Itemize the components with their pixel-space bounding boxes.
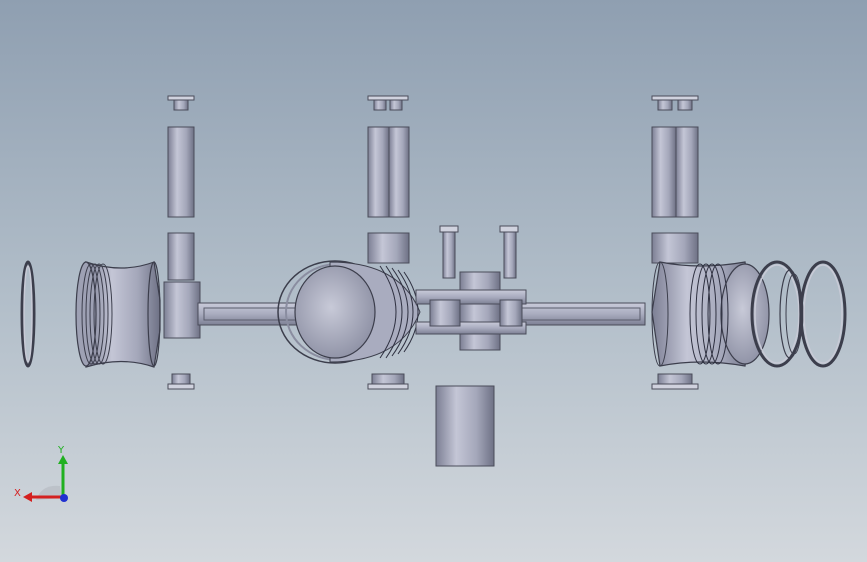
valve-spring [388,126,410,218]
center-upper-pin [442,231,456,279]
valve-guide [651,232,699,264]
left-valve-assembly[interactable] [163,95,201,390]
valve-base [167,383,195,390]
middle-piston[interactable] [277,260,421,364]
center-upper-pin-cap [439,225,459,233]
valve-cap [167,95,195,101]
left-piston-ring[interactable] [20,260,36,368]
left-connecting-rod[interactable] [197,302,309,326]
engine-assembly-model[interactable] [0,0,867,562]
valve-spring [367,126,390,218]
valve-stem [657,99,673,111]
crank-web [499,299,523,327]
valve-stem [373,99,387,111]
crankshaft-assembly[interactable] [415,225,527,467]
valve-base [651,383,699,390]
valve-stem [677,99,693,111]
valve-base [367,383,409,390]
valve-guide [167,232,195,281]
center-upper-pin-cap [499,225,519,233]
center-upper-pin [503,231,517,279]
x-axis-label: X [14,488,21,499]
crank-journal [435,385,495,467]
valve-foot [657,373,693,385]
valve-foot [371,373,405,385]
valve-cap [651,95,699,101]
valve-spring [675,126,699,218]
z-axis-dot [60,494,68,502]
cad-viewport[interactable]: Y X [0,0,867,562]
valve-foot [171,373,191,385]
valve-stem [173,99,189,111]
crank-web [429,299,461,327]
piston-crown [294,265,376,359]
valve-stem [389,99,403,111]
valve-spring [167,126,195,218]
valve-guide [367,232,410,264]
y-axis-arrow [58,455,68,464]
y-axis-label: Y [57,445,65,456]
x-axis-arrow [23,492,32,502]
coordinate-triad: Y X [14,445,68,502]
valve-cap [367,95,409,101]
left-piston[interactable] [75,261,161,368]
crank-hub [459,271,501,351]
valve-spring [651,126,677,218]
valve-body [163,281,201,339]
